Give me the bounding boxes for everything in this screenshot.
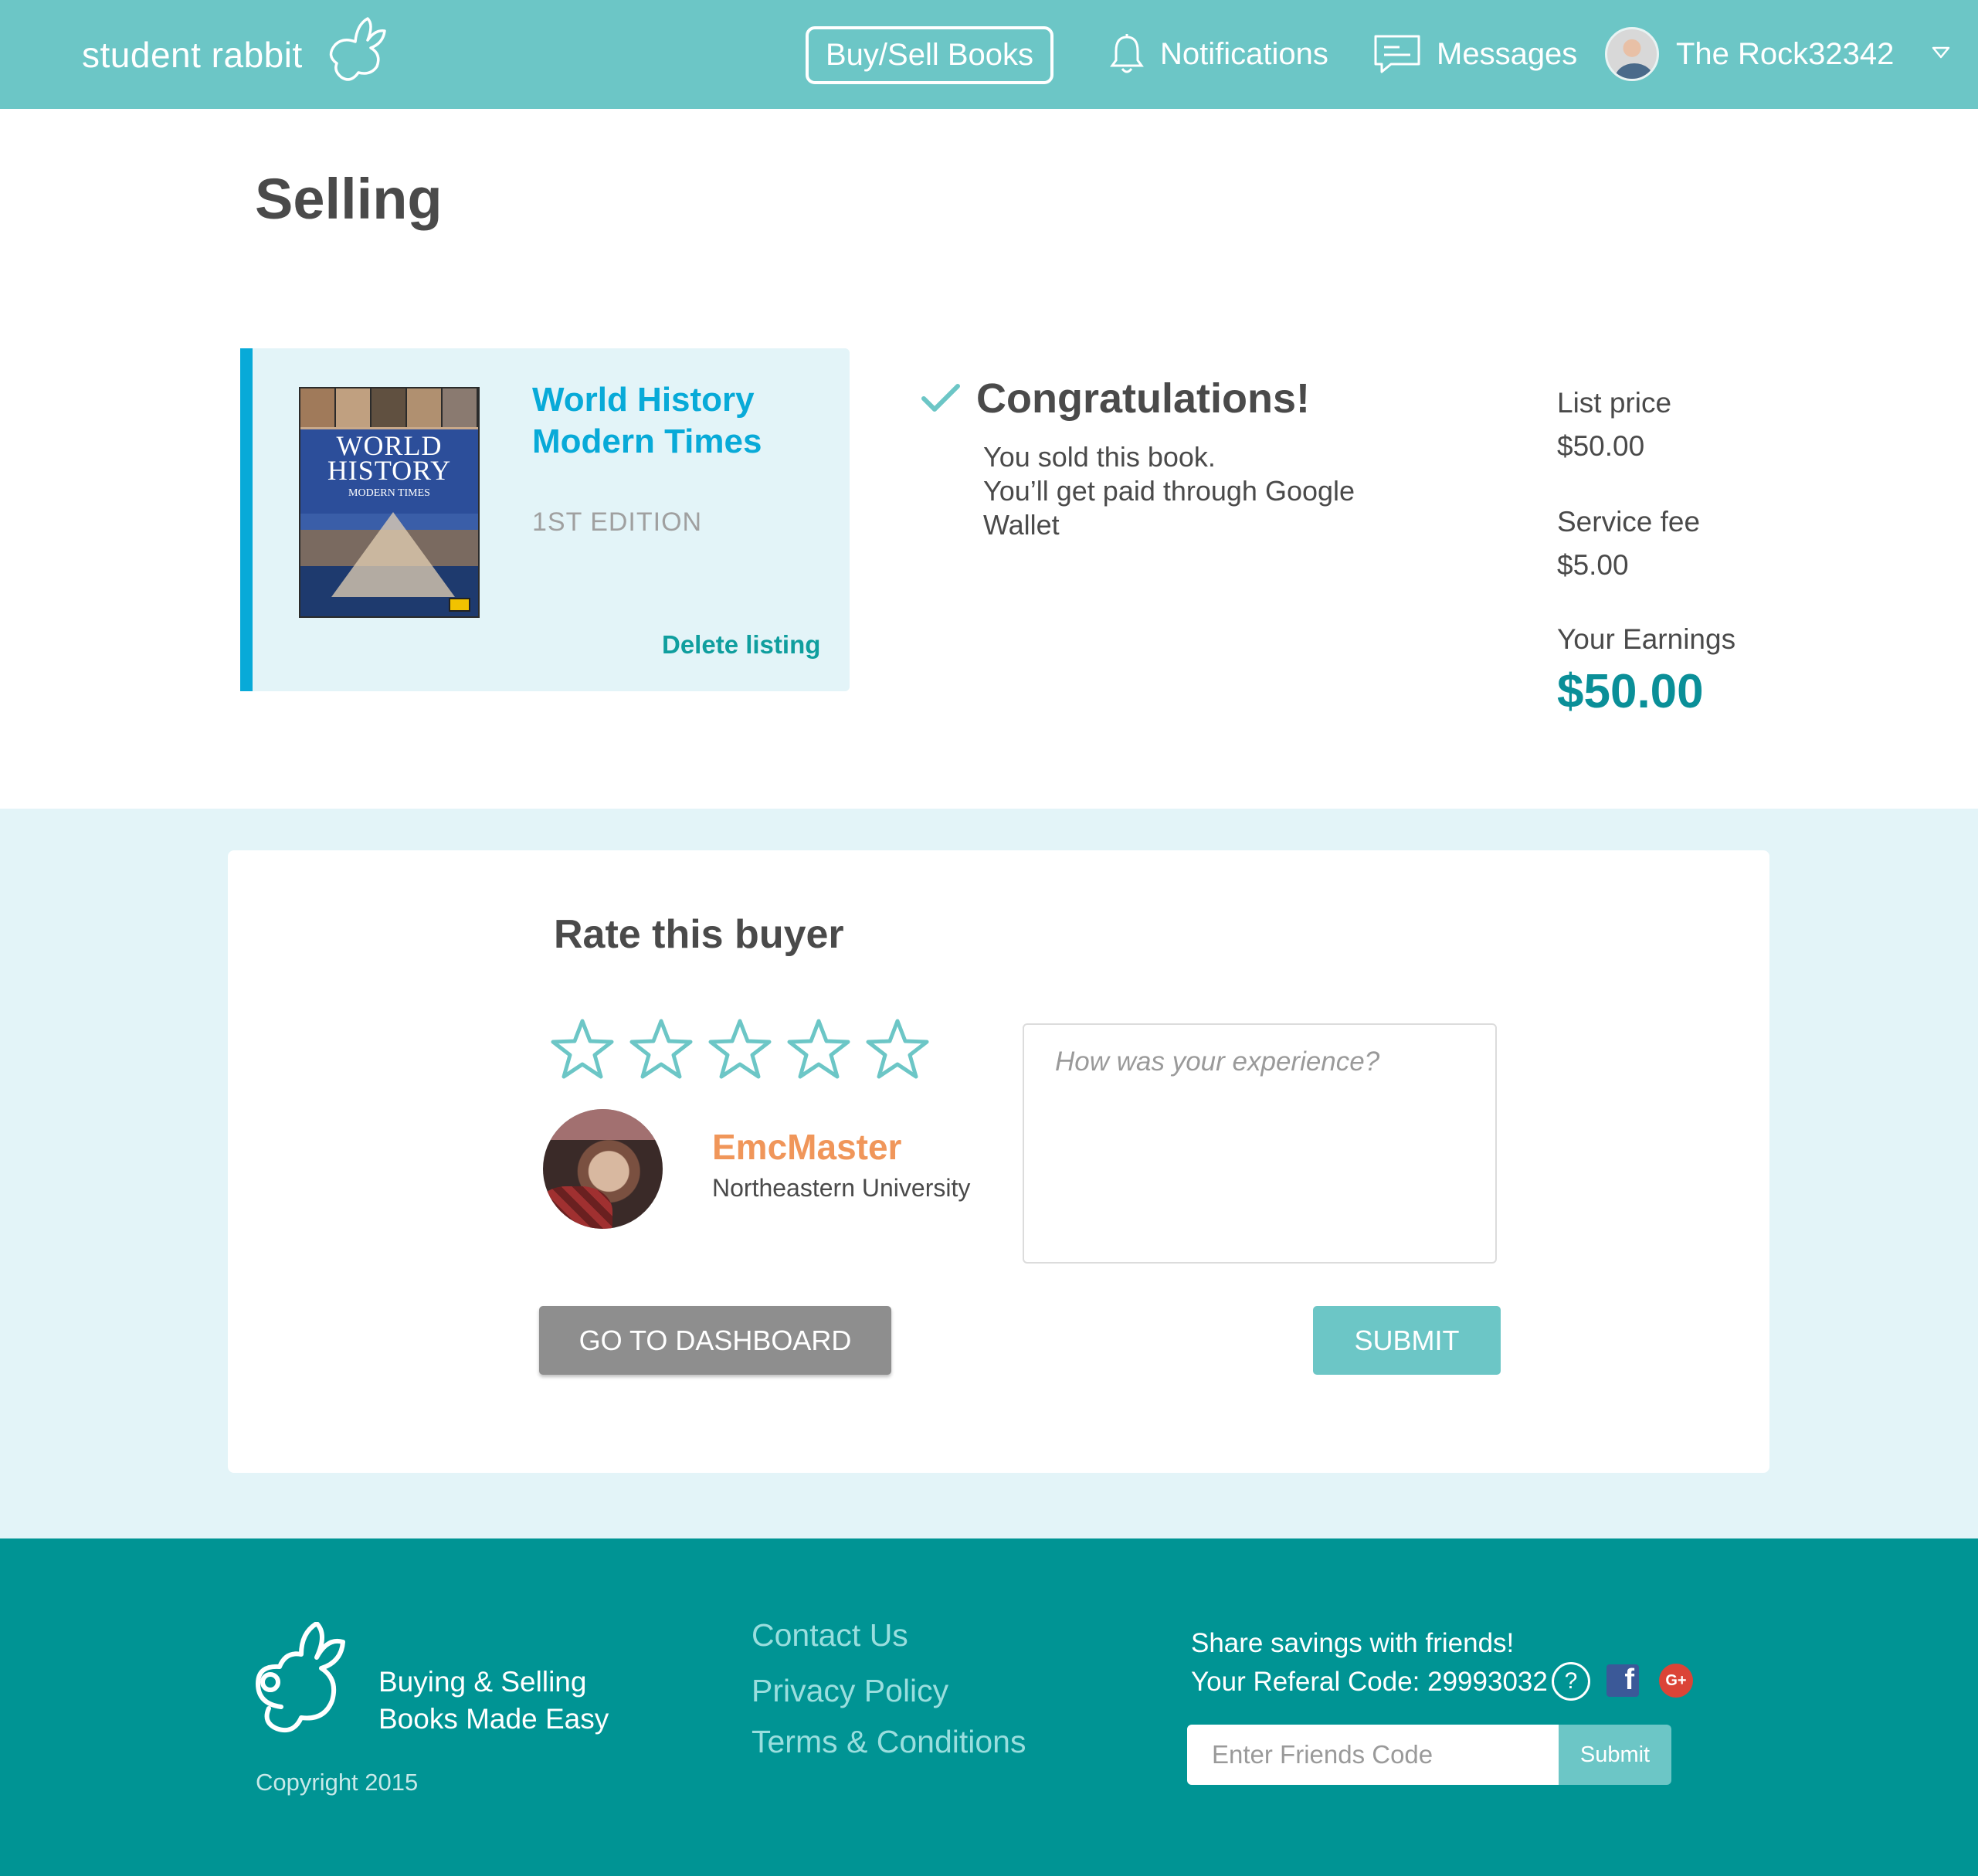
book-title[interactable]: World History Modern Times (532, 379, 841, 463)
friend-code-submit-button[interactable]: Submit (1559, 1725, 1671, 1785)
logo[interactable]: student rabbit (82, 17, 386, 82)
bell-icon (1110, 34, 1144, 73)
buyer-avatar (543, 1109, 663, 1229)
username-label: The Rock32342 (1676, 36, 1895, 71)
buy-sell-books-button[interactable]: Buy/Sell Books (806, 26, 1053, 84)
go-to-dashboard-button[interactable]: GO TO DASHBOARD (539, 1306, 891, 1375)
book-edition: 1ST EDITION (532, 507, 703, 537)
chevron-down-icon[interactable] (1931, 45, 1951, 60)
referral-code: Your Referal Code: 29993032 (1191, 1667, 1548, 1697)
list-price-label: List price (1557, 387, 1672, 419)
tagline-line-2: Books Made Easy (378, 1703, 609, 1735)
star-rating[interactable] (550, 1018, 944, 1080)
share-title: Share savings with friends! (1191, 1628, 1515, 1658)
top-navbar: student rabbit Buy/Sell Books Notificati… (0, 0, 1978, 109)
congrats-heading: Congratulations! (921, 375, 1310, 422)
terms-conditions-link[interactable]: Terms & Conditions (752, 1724, 1026, 1760)
delete-listing-link[interactable]: Delete listing (662, 630, 820, 660)
service-fee-value: $5.00 (1557, 549, 1629, 581)
star-icon-5[interactable] (865, 1018, 930, 1080)
message-icon (1374, 35, 1420, 73)
star-icon-3[interactable] (707, 1018, 772, 1080)
book-cover-image: WORLD HISTORY MODERN TIMES (299, 387, 480, 618)
share-section: Share savings with friends! Your Referal… (1191, 1624, 1548, 1701)
cover-publisher-logo (449, 598, 470, 612)
messages-link[interactable]: Messages (1373, 27, 1577, 81)
tagline-line-1: Buying & Selling (378, 1666, 587, 1698)
submit-rating-button[interactable]: SUBMIT (1313, 1306, 1501, 1375)
congrats-message: You sold this book. You’ll get paid thro… (983, 440, 1385, 542)
notifications-link[interactable]: Notifications (1109, 27, 1328, 81)
contact-us-link[interactable]: Contact Us (752, 1617, 908, 1654)
star-icon-2[interactable] (629, 1018, 694, 1080)
user-menu[interactable]: The Rock32342 (1605, 27, 1894, 81)
friend-code-input[interactable] (1187, 1725, 1560, 1785)
rabbit-logo-icon (256, 1622, 345, 1733)
congrats-title: Congratulations! (976, 375, 1310, 422)
footer-tagline: Buying & Selling Books Made Easy (378, 1664, 609, 1738)
earnings-label: Your Earnings (1557, 623, 1736, 655)
messages-label: Messages (1437, 36, 1578, 71)
service-fee-block: Service fee $5.00 (1557, 500, 1700, 587)
list-price-value: $50.00 (1557, 430, 1645, 462)
service-fee-label: Service fee (1557, 506, 1701, 538)
help-icon[interactable]: ? (1552, 1662, 1590, 1701)
cover-subtitle: MODERN TIMES (348, 487, 430, 499)
star-icon-4[interactable] (786, 1018, 851, 1080)
cover-pyramid-graphic (331, 512, 455, 597)
google-plus-icon[interactable]: G+ (1659, 1664, 1693, 1698)
buyer-school: Northeastern University (712, 1174, 971, 1202)
congrats-line-2: You’ll get paid through Google Wallet (983, 475, 1355, 541)
facebook-icon[interactable]: f (1606, 1664, 1639, 1697)
user-avatar (1605, 27, 1659, 81)
rabbit-logo-icon (329, 17, 386, 81)
book-listing-card: WORLD HISTORY MODERN TIMES World History… (240, 348, 850, 691)
cover-title-line2: HISTORY (327, 455, 452, 486)
notifications-label: Notifications (1160, 36, 1328, 71)
page-title: Selling (255, 167, 443, 231)
checkmark-icon (921, 384, 960, 412)
earnings-block: Your Earnings $50.00 (1557, 618, 1735, 723)
rate-buyer-title: Rate this buyer (554, 912, 844, 957)
privacy-policy-link[interactable]: Privacy Policy (752, 1673, 948, 1709)
experience-textarea[interactable] (1023, 1023, 1497, 1264)
copyright: Copyright 2015 (256, 1769, 419, 1796)
buyer-name[interactable]: EmcMaster (712, 1126, 901, 1168)
congrats-line-1: You sold this book. (983, 441, 1216, 473)
earnings-value: $50.00 (1557, 665, 1704, 718)
cover-title: WORLD HISTORY (300, 432, 478, 486)
list-price-block: List price $50.00 (1557, 382, 1671, 468)
logo-text: student rabbit (82, 35, 303, 75)
cover-portrait-strip (300, 388, 478, 427)
star-icon-1[interactable] (550, 1018, 615, 1080)
rating-card (228, 850, 1769, 1473)
